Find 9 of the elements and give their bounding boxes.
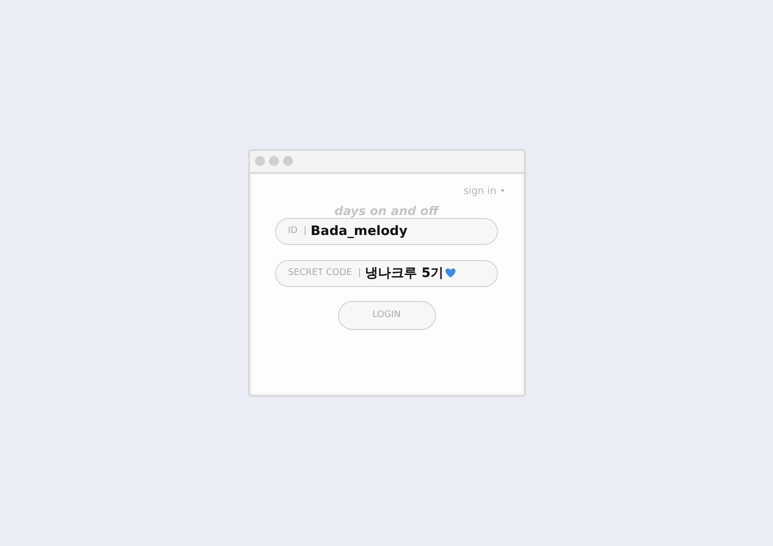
field-separator: | xyxy=(304,226,307,236)
input-field[interactable]: SECRET CODE | 냉나크루 5기 xyxy=(275,260,498,286)
field-label: ID xyxy=(288,226,298,236)
field-label: SECRET CODE xyxy=(288,268,352,278)
field-value: Bada_melody xyxy=(310,224,408,238)
input-field[interactable]: ID | Bada_melody xyxy=(275,218,498,244)
field-separator: | xyxy=(358,268,362,278)
field-value: 냉나크루 5기 xyxy=(365,265,444,282)
app-title: days on and off xyxy=(334,204,439,218)
